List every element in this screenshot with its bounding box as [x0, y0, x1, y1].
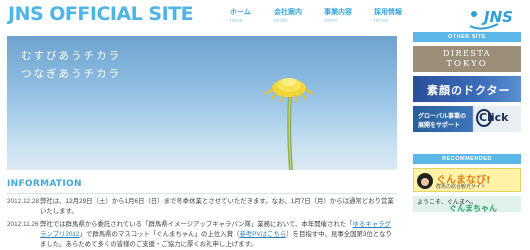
nav-sublabel: profile: [274, 18, 288, 24]
reference-pv-link[interactable]: 参考PVはこちら: [239, 231, 286, 238]
news-date: 2012.12.28: [7, 198, 39, 205]
banner-line: グローバル事業の: [418, 114, 466, 120]
nav-sublabel: recruit: [374, 18, 388, 24]
company-logo[interactable]: JNS: [466, 2, 522, 30]
main-nav: ホーム home 会社案内 profile 事業内容 works 採用情報 re…: [230, 7, 424, 24]
other-site-heading: OTHER SITE: [413, 32, 521, 42]
nav-item-works[interactable]: 事業内容 works: [324, 7, 372, 24]
information-heading: INFORMATION: [7, 179, 82, 189]
nav-label: 会社案内: [274, 9, 302, 16]
hero-image: むすびあうチカラ つなぎあうチカラ: [7, 36, 397, 170]
logo-text: JNS: [484, 8, 513, 26]
banner-line: 群馬の総合観光サイト: [436, 184, 487, 190]
news-date: 2012.11.26: [7, 221, 39, 228]
banner-line: 素顔のドクター: [427, 84, 511, 97]
news-text-part: 」で群馬県のマスコット「ぐんまちゃん」の上位入賞（: [79, 231, 240, 238]
banner-line: TOKYO: [446, 59, 488, 69]
nav-item-home[interactable]: ホーム home: [230, 7, 272, 24]
news-text: 弊社では群馬県から委託されている「群馬県イメージアップキャラバン隊」業務において…: [40, 220, 397, 250]
banner-diresta-tokyo[interactable]: DIRESTA TOKYO: [413, 46, 521, 72]
nav-label: ホーム: [230, 9, 251, 16]
banner-sugao-doctor[interactable]: 素顔のドクター: [413, 76, 521, 102]
nav-sublabel: works: [324, 18, 338, 24]
nav-item-profile[interactable]: 会社案内 profile: [274, 7, 322, 24]
nav-label: 採用情報: [374, 9, 402, 16]
hero-catchphrase-2: つなぎあうチカラ: [21, 68, 121, 80]
recommended-heading: RECOMMENDED: [413, 154, 521, 164]
banner-gunma-navi[interactable]: ぐんまなび! 群馬の総合観光サイト: [413, 168, 521, 192]
banner-g-click[interactable]: グローバル事業の 展開をサポート Click: [413, 106, 521, 132]
news-item: 2012.11.26 弊社では群馬県から委託されている「群馬県イメージアップキャ…: [7, 220, 397, 250]
nav-sublabel: home: [230, 18, 243, 24]
hero-catchphrase-1: むすびあうチカラ: [21, 50, 121, 62]
news-list: 2012.12.28 弊社は、12月29日（土）から1月6日（日）まで冬季休業と…: [7, 197, 397, 250]
nav-item-recruit[interactable]: 採用情報 recruit: [374, 7, 422, 24]
sidebar: OTHER SITE DIRESTA TOKYO 素顔のドクター グローバル事業…: [413, 32, 521, 212]
banner-line: Click: [479, 111, 509, 124]
banner-line: 展開をサポート: [418, 123, 461, 129]
site-title[interactable]: JNS OFFICIAL SITE: [8, 3, 194, 25]
news-text: 弊社は、12月29日（土）から1月6日（日）まで冬季休業とさせていただきます。な…: [40, 198, 394, 215]
information-divider: [7, 193, 397, 194]
bear-mascot-icon: [417, 173, 433, 189]
news-text-part: 弊社では群馬県から委託されている「群馬県イメージアップキャラバン隊」業務において…: [40, 221, 353, 228]
nav-label: 事業内容: [324, 9, 352, 16]
banner-gunma-chan[interactable]: ようこそ、ぐんまへ。 ぐんまちゃん: [413, 196, 521, 212]
banner-line: DIRESTA: [442, 49, 492, 58]
banner-line: ぐんまちゃん: [449, 204, 497, 212]
site-header: JNS OFFICIAL SITE ホーム home 会社案内 profile …: [0, 0, 530, 32]
news-item: 2012.12.28 弊社は、12月29日（土）から1月6日（日）まで冬季休業と…: [7, 197, 397, 217]
